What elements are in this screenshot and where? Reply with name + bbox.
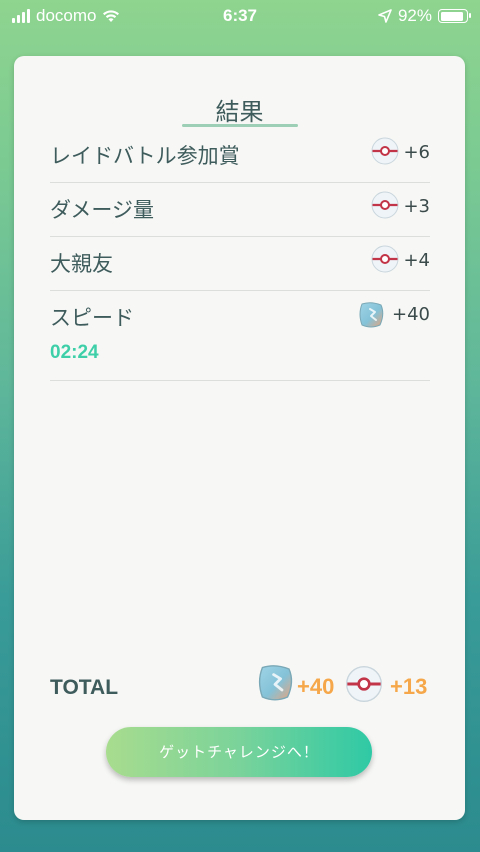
premier-ball-icon <box>371 245 399 273</box>
row-label: レイドバトル参加賞 <box>50 144 240 168</box>
card-title: 結果 <box>215 98 264 126</box>
total-candy-value: +40 <box>297 674 335 699</box>
battery-percent: 92% <box>397 6 432 25</box>
rare-candy-icon <box>258 665 293 701</box>
reward-row-speed: スピード +40 02:24 <box>50 290 430 381</box>
result-card: 結果 レイドバトル参加賞 +6 ダメージ量 +3 大親友 +4 スピード +40… <box>14 56 465 820</box>
premier-ball-icon <box>371 137 399 165</box>
title-underline <box>182 124 298 127</box>
row-label: スピード <box>50 306 134 330</box>
row-label: ダメージ量 <box>50 198 154 222</box>
battery-level-fill <box>440 11 463 21</box>
total-ball-value: +13 <box>390 674 428 699</box>
row-value: +3 <box>403 196 430 217</box>
battery-icon <box>438 9 471 23</box>
row-label: 大親友 <box>50 252 113 276</box>
total-label: TOTAL <box>50 676 119 699</box>
reward-row-raid-participation: レイドバトル参加賞 +6 <box>50 128 430 183</box>
status-right: 92% <box>378 6 471 26</box>
speed-time: 02:24 <box>50 342 99 363</box>
row-value: +40 <box>392 304 430 325</box>
premier-ball-icon <box>346 666 382 702</box>
go-to-catch-challenge-button[interactable]: ゲットチャレンジへ！ <box>106 727 372 777</box>
location-arrow-icon <box>378 9 392 23</box>
premier-ball-icon <box>371 191 399 219</box>
rare-candy-icon <box>359 302 384 328</box>
status-bar: docomo 6:37 92% <box>0 0 480 34</box>
row-value: +4 <box>403 250 430 271</box>
row-value: +6 <box>403 142 430 163</box>
reward-row-damage: ダメージ量 +3 <box>50 182 430 237</box>
reward-row-best-friend: 大親友 +4 <box>50 236 430 291</box>
